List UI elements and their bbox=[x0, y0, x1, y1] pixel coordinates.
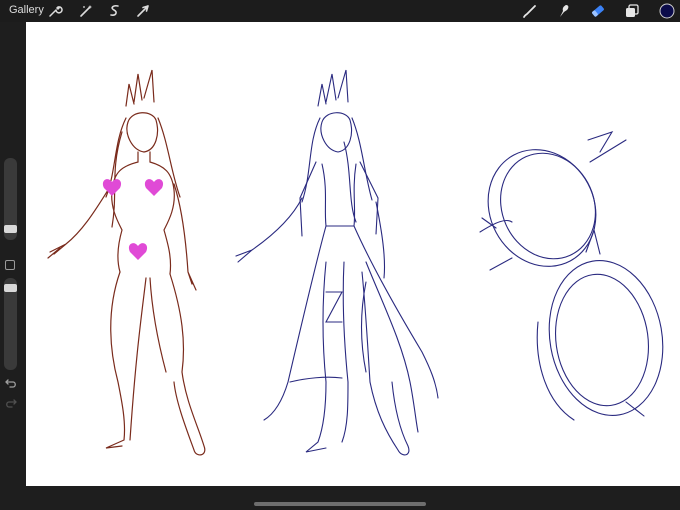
adjustments-icon[interactable] bbox=[78, 3, 94, 19]
figure-sketch-left bbox=[47, 69, 206, 456]
gallery-button[interactable]: Gallery bbox=[9, 4, 44, 16]
undo-icon[interactable] bbox=[4, 376, 18, 390]
drawing-canvas[interactable] bbox=[26, 22, 680, 486]
redo-icon[interactable] bbox=[4, 396, 18, 410]
figure-sketch-center bbox=[235, 69, 439, 456]
top-toolbar: Gallery bbox=[0, 0, 680, 22]
bottom-bar bbox=[0, 486, 680, 510]
home-indicator[interactable] bbox=[254, 502, 426, 506]
layers-icon[interactable] bbox=[624, 3, 640, 19]
censor-marks bbox=[102, 179, 164, 260]
brush-icon[interactable] bbox=[522, 3, 538, 19]
color-swatch[interactable] bbox=[659, 3, 675, 19]
brush-size-thumb[interactable] bbox=[4, 225, 17, 233]
selection-icon[interactable] bbox=[107, 3, 123, 19]
eraser-icon[interactable] bbox=[590, 3, 606, 19]
sketch-artwork bbox=[47, 69, 664, 456]
smudge-icon[interactable] bbox=[556, 3, 572, 19]
left-sidebar bbox=[0, 22, 26, 486]
transform-icon[interactable] bbox=[135, 3, 151, 19]
modify-button[interactable] bbox=[5, 260, 15, 270]
opacity-thumb[interactable] bbox=[4, 284, 17, 292]
actions-icon[interactable] bbox=[47, 3, 63, 19]
prop-sketch-right bbox=[479, 131, 664, 421]
